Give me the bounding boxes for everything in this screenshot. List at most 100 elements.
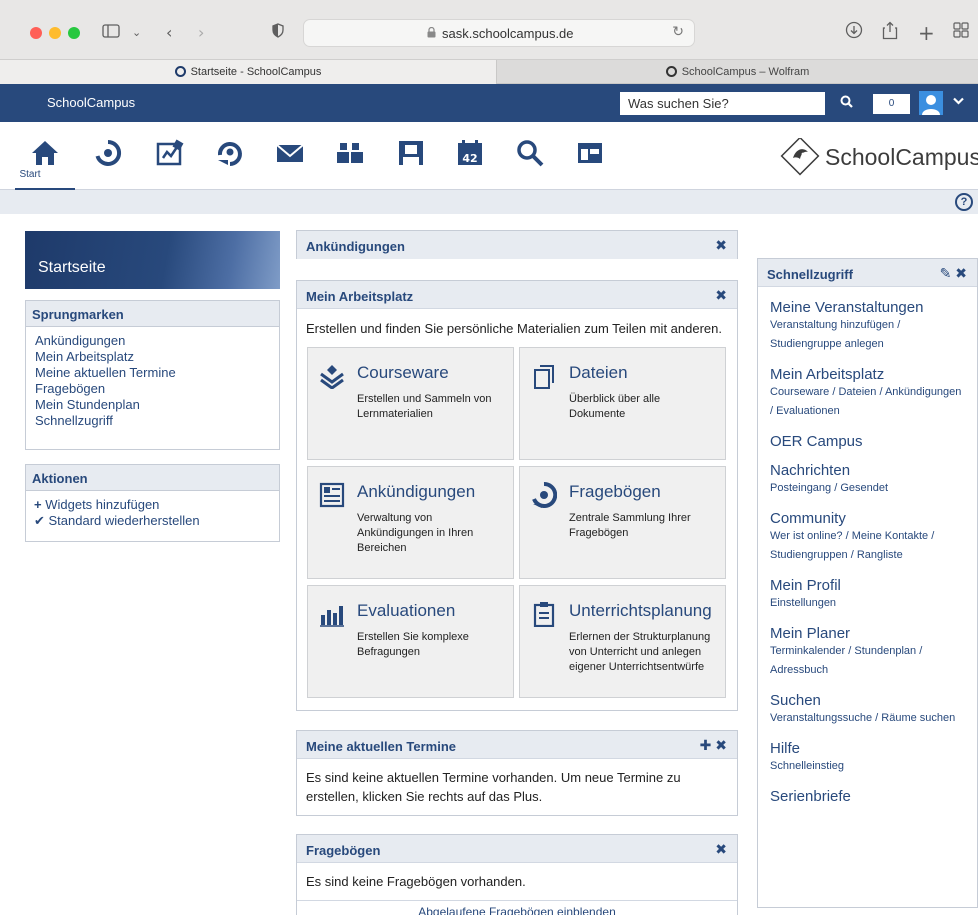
jump-link[interactable]: Ankündigungen [35,333,270,349]
quickaccess-item-title[interactable]: Mein Arbeitsplatz [770,366,965,383]
download-icon[interactable] [845,21,863,46]
browser-tab-startseite[interactable]: Startseite - SchoolCampus [0,60,497,84]
search-button[interactable] [826,92,866,115]
quickaccess-item-links[interactable]: Terminkalender / Stundenplan / Adressbuc… [770,642,965,680]
shield-icon[interactable] [272,21,284,45]
wolfram-favicon-icon [665,66,677,77]
browser-tab-wolfram[interactable]: SchoolCampus – Wolfram [497,60,978,84]
action-add-widgets[interactable]: + Widgets hinzufügen [34,497,271,513]
nav-community[interactable] [320,122,380,190]
quickaccess-item-title[interactable]: Community [770,510,965,527]
community-icon [337,143,363,163]
jump-link[interactable]: Meine aktuellen Termine [35,365,270,381]
mail-icon [276,144,304,162]
jump-links-list: Ankündigungen Mein Arbeitsplatz Meine aktu… [26,327,279,435]
user-menu-chevron-icon[interactable] [953,94,964,108]
quickaccess-item-title[interactable]: Serienbriefe [770,788,965,805]
admin-icon [578,143,602,163]
widget-title: Ankündigungen [306,239,405,254]
quickaccess-item-links[interactable]: Courseware / Dateien / Ankündigungen / E… [770,383,965,421]
share-icon[interactable] [882,21,898,47]
close-icon[interactable]: ✖ [715,237,727,254]
files-icon [534,365,554,389]
tile-courseware[interactable]: Courseware Erstellen und Sammeln von Ler… [307,347,514,460]
quickaccess-item-links[interactable]: Schnelleinstieg [770,757,965,776]
actions-list: + Widgets hinzufügen ✔ Standard wiederhe… [26,491,279,535]
back-icon[interactable]: ‹ [166,21,172,45]
action-restore-default[interactable]: ✔ Standard wiederherstellen [34,513,271,529]
zoom-window-button[interactable] [68,27,80,39]
quickaccess-item-title[interactable]: Meine Veranstaltungen [770,299,965,316]
quickaccess-item-links[interactable]: Posteingang / Gesendet [770,479,965,498]
nav-planner[interactable]: 42 [440,122,500,190]
close-icon[interactable]: ✖ [715,737,727,753]
nav-messages[interactable] [260,122,320,190]
expired-questionnaires-link[interactable]: Abgelaufene Fragebögen einblenden [297,901,737,915]
workplace-icon [156,139,184,166]
dates-widget: Meine aktuellen Termine ✚ ✖ Es sind kein… [296,730,738,816]
quickaccess-item-title[interactable]: Mein Planer [770,625,965,642]
close-icon[interactable]: ✖ [955,265,967,281]
jump-link[interactable]: Schnellzugriff [35,413,270,429]
search-input[interactable] [620,92,825,115]
profile-icon [399,141,423,165]
quickaccess-item-links[interactable]: Wer ist online? / Meine Kontakte / Studi… [770,527,965,565]
minimize-window-button[interactable] [49,27,61,39]
tile-files[interactable]: Dateien Überblick über alle Dokumente [519,347,726,460]
app-topbar: SchoolCampus 0 [0,84,978,122]
quickaccess-item-title[interactable]: Mein Profil [770,577,965,594]
jump-link[interactable]: Fragebögen [35,381,270,397]
quickaccess-item-title[interactable]: Nachrichten [770,462,965,479]
jump-marks-box: Sprungmarken Ankündigungen Mein Arbeitspl… [25,300,280,450]
nav-search[interactable] [500,122,560,190]
sidebar-toggle-icon[interactable] [102,21,120,45]
actions-box: Aktionen + Widgets hinzufügen ✔ Standard… [25,464,280,542]
quickaccess-item-title[interactable]: Hilfe [770,740,965,757]
quickaccess-item: Hilfe Schnelleinstieg [758,740,977,776]
tab-overview-icon[interactable] [953,21,969,45]
jump-link[interactable]: Mein Stundenplan [35,397,270,413]
brand-title[interactable]: SchoolCampus [47,95,135,110]
notification-counter[interactable]: 0 [873,94,910,114]
quickaccess-widget: Schnellzugriff ✎ ✖ Meine Veranstaltungen… [757,258,978,908]
edit-icon[interactable]: ✎ [940,265,952,281]
quickaccess-item-title[interactable]: OER Campus [770,433,965,450]
courseware-icon [320,365,344,389]
quickaccess-item-links[interactable]: Veranstaltung hinzufügen / Studiengruppe… [770,316,965,354]
nav-workplace[interactable] [140,122,200,190]
questionnaires-widget: Fragebögen ✖ Es sind keine Fragebögen vo… [296,834,738,915]
action-label: Standard wiederherstellen [48,513,200,528]
widget-header: Fragebögen ✖ [297,835,737,863]
tile-questionnaires[interactable]: Fragebögen Zentrale Sammlung Ihrer Frage… [519,466,726,579]
reload-icon[interactable]: ↻ [672,24,684,40]
nav-admin[interactable] [560,122,620,190]
add-date-plus-icon[interactable]: ✚ [700,737,712,753]
quickaccess-item-title[interactable]: Suchen [770,692,965,709]
avatar[interactable] [919,91,943,115]
close-window-button[interactable] [30,27,42,39]
widget-title: Fragebögen [306,843,381,858]
action-label: Widgets hinzufügen [45,497,160,512]
nav-start[interactable]: Start [15,122,75,190]
tile-lesson-planning[interactable]: Unterrichtsplanung Erlernen der Struktur… [519,585,726,698]
nav-my-courses[interactable] [78,122,138,190]
widget-header: Schnellzugriff ✎ ✖ [758,259,977,287]
help-icon[interactable]: ? [955,193,973,211]
close-icon[interactable]: ✖ [715,287,727,304]
nav-profile[interactable] [381,122,441,190]
jump-link[interactable]: Mein Arbeitsplatz [35,349,270,365]
tile-description: Verwaltung von Ankündigungen in Ihren Be… [357,512,474,554]
schoolcampus-logo[interactable]: SchoolCampus [780,136,978,176]
tile-announcements[interactable]: Ankündigungen Verwaltung von Ankündigung… [307,466,514,579]
address-bar[interactable]: sask.schoolcampus.de ↻ [303,19,695,47]
quickaccess-item-links[interactable]: Veranstaltungssuche / Räume suchen [770,709,965,728]
new-tab-icon[interactable]: + [918,21,935,45]
nav-oer-campus[interactable] [200,122,260,190]
forward-icon[interactable]: › [198,21,204,45]
chevron-down-icon[interactable]: ⌄ [132,21,141,45]
close-icon[interactable]: ✖ [715,841,727,858]
quickaccess-item-links[interactable]: Einstellungen [770,594,965,613]
plus-icon: + [34,497,46,512]
tile-title: Evaluationen [357,601,456,620]
tile-evaluations[interactable]: Evaluationen Erstellen Sie komplexe Befr… [307,585,514,698]
